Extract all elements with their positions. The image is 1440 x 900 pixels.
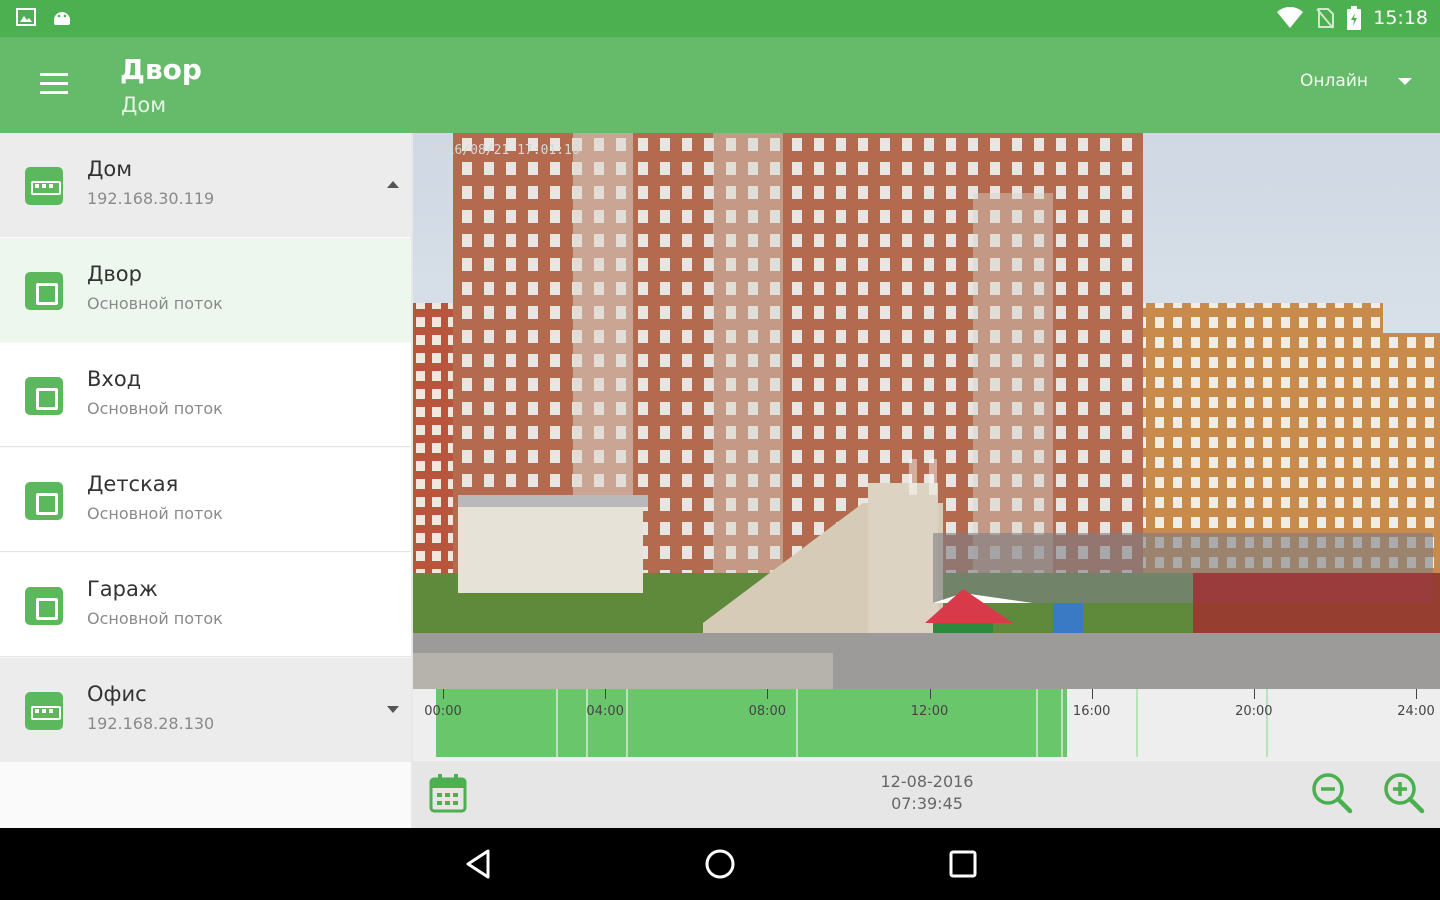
timeline-label: 12:00	[910, 704, 949, 719]
no-sim-icon	[1316, 8, 1335, 29]
page-title: Двор	[120, 53, 202, 86]
timeline-tick	[443, 689, 444, 699]
timeline-label: 24:00	[1397, 704, 1435, 719]
calendar-icon[interactable]	[429, 773, 467, 813]
list-item-camera-yard[interactable]: Двор Основной поток	[0, 238, 411, 342]
timeline-tick	[1091, 689, 1093, 699]
camera-feed-image	[413, 133, 1440, 689]
status-bar: 15:18	[0, 0, 1440, 37]
timeline-tick	[605, 689, 607, 699]
playback-date: 12-08-2016	[880, 772, 974, 791]
timeline-gap	[1036, 689, 1038, 757]
camera-icon	[25, 587, 63, 625]
list-item-camera-garage[interactable]: Гараж Основной поток	[0, 553, 411, 657]
list-item-nvr-home[interactable]: Дом 192.168.30.119	[0, 133, 411, 237]
zoom-out-icon[interactable]	[1310, 771, 1354, 815]
list-item-sub: Основной поток	[87, 294, 223, 313]
timeline-gap	[1136, 689, 1138, 757]
camera-list: Дом 192.168.30.119 Двор Основной поток В…	[0, 133, 411, 828]
timeline-gap	[626, 689, 628, 757]
list-item-name: Детская	[87, 472, 179, 496]
timeline-gap	[1266, 689, 1268, 757]
list-item-nvr-office[interactable]: Офис 192.168.28.130	[0, 658, 411, 762]
timeline-gap	[1061, 689, 1063, 757]
page-subtitle: Дом	[121, 93, 167, 117]
home-icon[interactable]	[702, 846, 738, 882]
playback-controls: 12-08-2016 07:39:45	[413, 761, 1440, 828]
timeline-label: 16:00	[1072, 704, 1111, 719]
mode-label: Онлайн	[1300, 71, 1368, 91]
timeline-gap	[586, 689, 588, 757]
collapse-arrow-icon[interactable]	[387, 181, 399, 188]
timeline-gap	[796, 689, 798, 757]
timeline-label: 20:00	[1235, 704, 1273, 719]
list-item-sub: 192.168.28.130	[87, 714, 215, 733]
timeline-label: 08:00	[748, 704, 787, 719]
list-item-camera-kids[interactable]: Детская Основной поток	[0, 448, 411, 552]
app-bar: Двор Дом Онлайн	[0, 37, 1440, 133]
wifi-icon	[1277, 7, 1304, 28]
list-item-name: Дом	[87, 157, 133, 181]
list-item-sub: 192.168.30.119	[87, 189, 215, 208]
timeline-gap	[556, 689, 558, 757]
pause-icon[interactable]	[909, 459, 939, 495]
camera-icon	[25, 482, 63, 520]
timeline-tick	[929, 689, 931, 699]
list-item-sub: Основной поток	[87, 399, 223, 418]
recorded-segment	[436, 689, 1268, 757]
list-item-sub: Основной поток	[87, 504, 223, 523]
nvr-icon	[25, 167, 63, 205]
menu-button[interactable]	[30, 67, 78, 103]
menu-icon	[40, 73, 68, 76]
timeline-tick	[1416, 689, 1417, 699]
timeline-tick	[1253, 689, 1255, 699]
list-item-name: Офис	[87, 682, 147, 706]
zoom-in-icon[interactable]	[1382, 771, 1426, 815]
mode-dropdown[interactable]: Онлайн	[1300, 71, 1412, 91]
android-notification-icon	[54, 12, 70, 25]
chevron-down-icon	[1398, 77, 1412, 85]
video-player[interactable]: 2016/08/21 17:01:10	[413, 133, 1440, 689]
list-item-camera-entrance[interactable]: Вход Основной поток	[0, 343, 411, 447]
playback-time: 07:39:45	[891, 794, 963, 813]
list-item-name: Вход	[87, 367, 142, 391]
playback-datetime: 12-08-2016 07:39:45	[843, 771, 1011, 815]
nvr-icon	[25, 692, 63, 730]
clock: 15:18	[1373, 7, 1428, 29]
expand-arrow-icon[interactable]	[387, 706, 399, 713]
timeline-label: 00:00	[424, 704, 462, 719]
timeline-label: 04:00	[586, 704, 624, 719]
list-item-name: Двор	[87, 262, 142, 286]
camera-icon	[25, 272, 63, 310]
list-item-sub: Основной поток	[87, 609, 223, 628]
recording-timeline[interactable]: 00:00 04:00 08:00 12:00 16:00 20:00 24:00	[413, 689, 1440, 761]
timeline-tick	[767, 689, 769, 699]
camera-icon	[25, 377, 63, 415]
video-timestamp-overlay: 2016/08/21 17:01:10	[431, 143, 580, 158]
gallery-notification-icon	[16, 8, 36, 26]
list-item-name: Гараж	[87, 577, 158, 601]
system-nav-bar	[0, 828, 1440, 900]
battery-charging-icon	[1347, 6, 1362, 30]
recent-apps-icon[interactable]	[945, 846, 981, 882]
back-icon[interactable]	[460, 846, 496, 882]
